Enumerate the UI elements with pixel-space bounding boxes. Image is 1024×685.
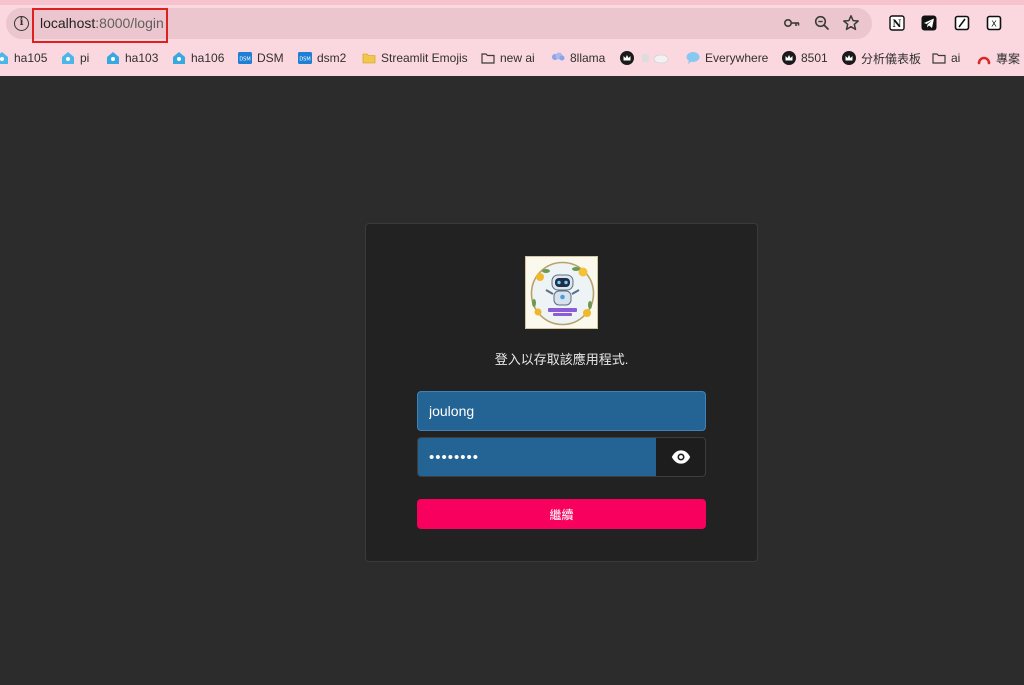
folder-icon [932,53,946,64]
bookmark-label: 專案 [996,51,1021,66]
bookmark-dashboard[interactable]: 分析儀表板 [842,49,921,67]
bookmark-everywhere[interactable]: Everywhere [686,49,768,67]
show-password-button[interactable] [656,438,705,476]
crown-icon [782,51,796,65]
telegram-icon[interactable] [921,15,937,31]
dsm-icon: DSM [238,52,252,64]
url-host: localhost [40,15,96,31]
folder-icon [481,53,495,64]
password-key-icon[interactable] [783,14,801,32]
bookmark-label: 8501 [801,51,828,65]
zoom-icon[interactable] [813,14,831,32]
robot-logo-icon [526,257,597,328]
username-input[interactable] [417,391,706,431]
bookmark-8501[interactable]: 8501 [782,49,828,67]
home-assistant-icon [173,52,185,64]
tab-strip-edge [0,0,1024,5]
bookmark-label: 分析儀表板 [861,51,922,66]
bookmark-label: ha103 [125,51,159,65]
continue-button[interactable]: 繼續 [417,499,706,529]
bookmark-label: ha106 [191,51,225,65]
bookmark-ha103[interactable]: ha103 [106,49,158,67]
svg-text:DSM: DSM [299,57,310,63]
bookmark-label: ha105 [14,51,48,65]
svg-text:X: X [991,20,997,29]
eye-icon [671,450,690,464]
bookmark-label: 8llama [570,51,606,65]
url-text[interactable]: localhost:8000/login [40,15,164,31]
crown-icon [620,51,634,65]
svg-text:DSM: DSM [239,57,250,63]
url-path: :8000/login [95,15,164,31]
browser-chrome: i localhost:8000/login N X ha105 pi ha10… [0,0,1024,76]
bookmark-star-icon[interactable] [842,14,860,32]
password-input[interactable] [418,438,656,476]
app-logo [525,256,598,329]
cloud-icon [552,52,565,61]
folder-yellow-icon [362,53,376,64]
bookmark-label: new ai [500,51,535,65]
site-info-icon[interactable]: i [14,16,29,31]
bookmark-label: pi [80,51,90,65]
bookmark-pi[interactable]: pi [61,49,89,67]
notion-icon[interactable]: N [889,15,905,31]
bookmark-label: ai [951,51,961,65]
bookmark-label: Everywhere [705,51,769,65]
bookmark-llama-chat[interactable] [620,49,675,67]
home-assistant-icon [0,52,8,64]
bookmark-new-ai[interactable]: new ai [481,49,535,67]
bookmark-label: Streamlit Emojis [381,51,468,65]
chat-bubble-icon [686,52,700,64]
bookmark-dsm2[interactable]: DSM dsm2 [298,49,346,67]
bookmark-label: dsm2 [317,51,347,65]
home-assistant-icon [107,52,119,64]
bookmark-8llama[interactable]: 8llama [551,49,605,67]
password-field [417,437,706,477]
dsm-icon: DSM [298,52,312,64]
bookmark-dsm[interactable]: DSM DSM [238,49,284,67]
bookmark-ha105[interactable]: ha105 [0,49,47,67]
crown-icon [842,51,856,65]
bookmark-ai[interactable]: ai [932,49,960,67]
note-extension-icon[interactable] [954,15,970,31]
llama-chat-icon [642,54,669,64]
bookmark-label: DSM [257,51,284,65]
login-prompt: 登入以存取該應用程式. [494,352,629,367]
bookmark-projects[interactable]: 專案 [977,49,1020,67]
arc-icon [977,56,991,65]
bookmark-ha106[interactable]: ha106 [172,49,224,67]
home-assistant-icon [62,52,74,64]
bookmark-streamlit-emojis[interactable]: Streamlit Emojis [362,49,468,67]
svg-text:N: N [892,19,901,30]
translate-extension-icon[interactable]: X [986,15,1002,31]
